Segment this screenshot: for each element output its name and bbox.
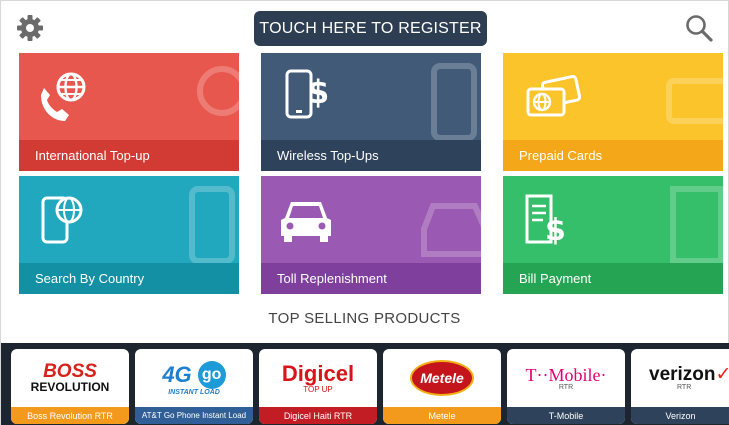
svg-text:$: $ <box>545 213 566 248</box>
product-caption: T-Mobile <box>507 407 625 424</box>
logo-text: Metele <box>410 360 474 396</box>
phone-ghost-icon <box>189 186 235 264</box>
card-ghost-icon <box>666 78 723 124</box>
att-gophone-logo: 4G go INSTANT LOAD <box>135 349 253 407</box>
phone-globe-icon <box>41 72 86 121</box>
tile-label: International Top-up <box>19 140 239 171</box>
product-caption: Metele <box>383 407 501 424</box>
logo-text: RTR <box>677 384 692 391</box>
tile-toll-replenishment[interactable]: Toll Replenishment <box>261 176 481 294</box>
verizon-check-icon: ✓ <box>715 364 729 385</box>
phone-dollar-icon: $ <box>285 69 329 119</box>
logo-text: Digicel <box>281 360 355 386</box>
tile-label: Search By Country <box>19 263 239 294</box>
product-caption: Boss Revolution RTR <box>11 407 129 424</box>
gear-icon[interactable] <box>15 13 45 43</box>
logo-text: RTR <box>558 383 574 391</box>
cards-globe-icon <box>526 74 582 117</box>
car-ghost-icon <box>421 203 481 257</box>
product-tmobile[interactable]: T··Mobile· RTR T-Mobile <box>507 349 625 424</box>
product-caption: AT&T Go Phone Instant Load <box>135 407 253 424</box>
phone-ghost-icon <box>197 66 239 116</box>
logo-text: TOP UP <box>303 384 333 394</box>
logo-text: go <box>197 360 226 389</box>
tile-label: Bill Payment <box>503 263 723 294</box>
digicel-logo: Digicel TOP UP <box>259 349 377 407</box>
boss-revolution-logo: BOSS REVOLUTION <box>11 349 129 407</box>
product-metele[interactable]: Metele Metele <box>383 349 501 424</box>
app-screen: TOUCH HERE TO REGISTER International Top… <box>0 0 729 425</box>
tile-label: Toll Replenishment <box>261 263 481 294</box>
verizon-logo: verizon✓ RTR <box>631 349 729 407</box>
logo-text: T··Mobile· <box>525 364 607 385</box>
logo-text: INSTANT LOAD <box>168 388 220 396</box>
search-icon[interactable] <box>684 13 714 43</box>
tile-search-by-country[interactable]: Search By Country <box>19 176 239 294</box>
product-att-gophone[interactable]: 4G go INSTANT LOAD AT&T Go Phone Instant… <box>135 349 253 424</box>
logo-text: verizon <box>649 364 716 385</box>
tile-international-topup[interactable]: International Top-up <box>19 53 239 171</box>
tile-label: Prepaid Cards <box>503 140 723 171</box>
tmobile-logo: T··Mobile· RTR <box>507 349 625 407</box>
svg-text:$: $ <box>307 73 329 111</box>
logo-text: 4G <box>162 361 192 387</box>
product-digicel[interactable]: Digicel TOP UP Digicel Haiti RTR <box>259 349 377 424</box>
tile-label: Wireless Top-Ups <box>261 140 481 171</box>
tile-wireless-topups[interactable]: $ Wireless Top-Ups <box>261 53 481 171</box>
section-title: TOP SELLING PRODUCTS <box>268 310 461 327</box>
bill-dollar-icon: $ <box>525 194 566 248</box>
bill-ghost-icon <box>670 186 723 264</box>
products-carousel[interactable]: BOSS REVOLUTION Boss Revolution RTR 4G g… <box>1 343 729 425</box>
register-button[interactable]: TOUCH HERE TO REGISTER <box>254 11 487 46</box>
logo-text: BOSS <box>43 360 97 382</box>
metele-logo: Metele <box>383 349 501 407</box>
phone-globe-search-icon <box>41 196 83 244</box>
product-boss-revolution[interactable]: BOSS REVOLUTION Boss Revolution RTR <box>11 349 129 424</box>
tile-prepaid-cards[interactable]: Prepaid Cards <box>503 53 723 171</box>
phone-ghost-icon <box>431 63 477 141</box>
logo-text: REVOLUTION <box>30 379 110 394</box>
tile-bill-payment[interactable]: $ Bill Payment <box>503 176 723 294</box>
product-verizon[interactable]: verizon✓ RTR Verizon <box>631 349 729 424</box>
car-icon <box>281 202 331 242</box>
product-caption: Verizon <box>631 407 729 424</box>
product-caption: Digicel Haiti RTR <box>259 407 377 424</box>
